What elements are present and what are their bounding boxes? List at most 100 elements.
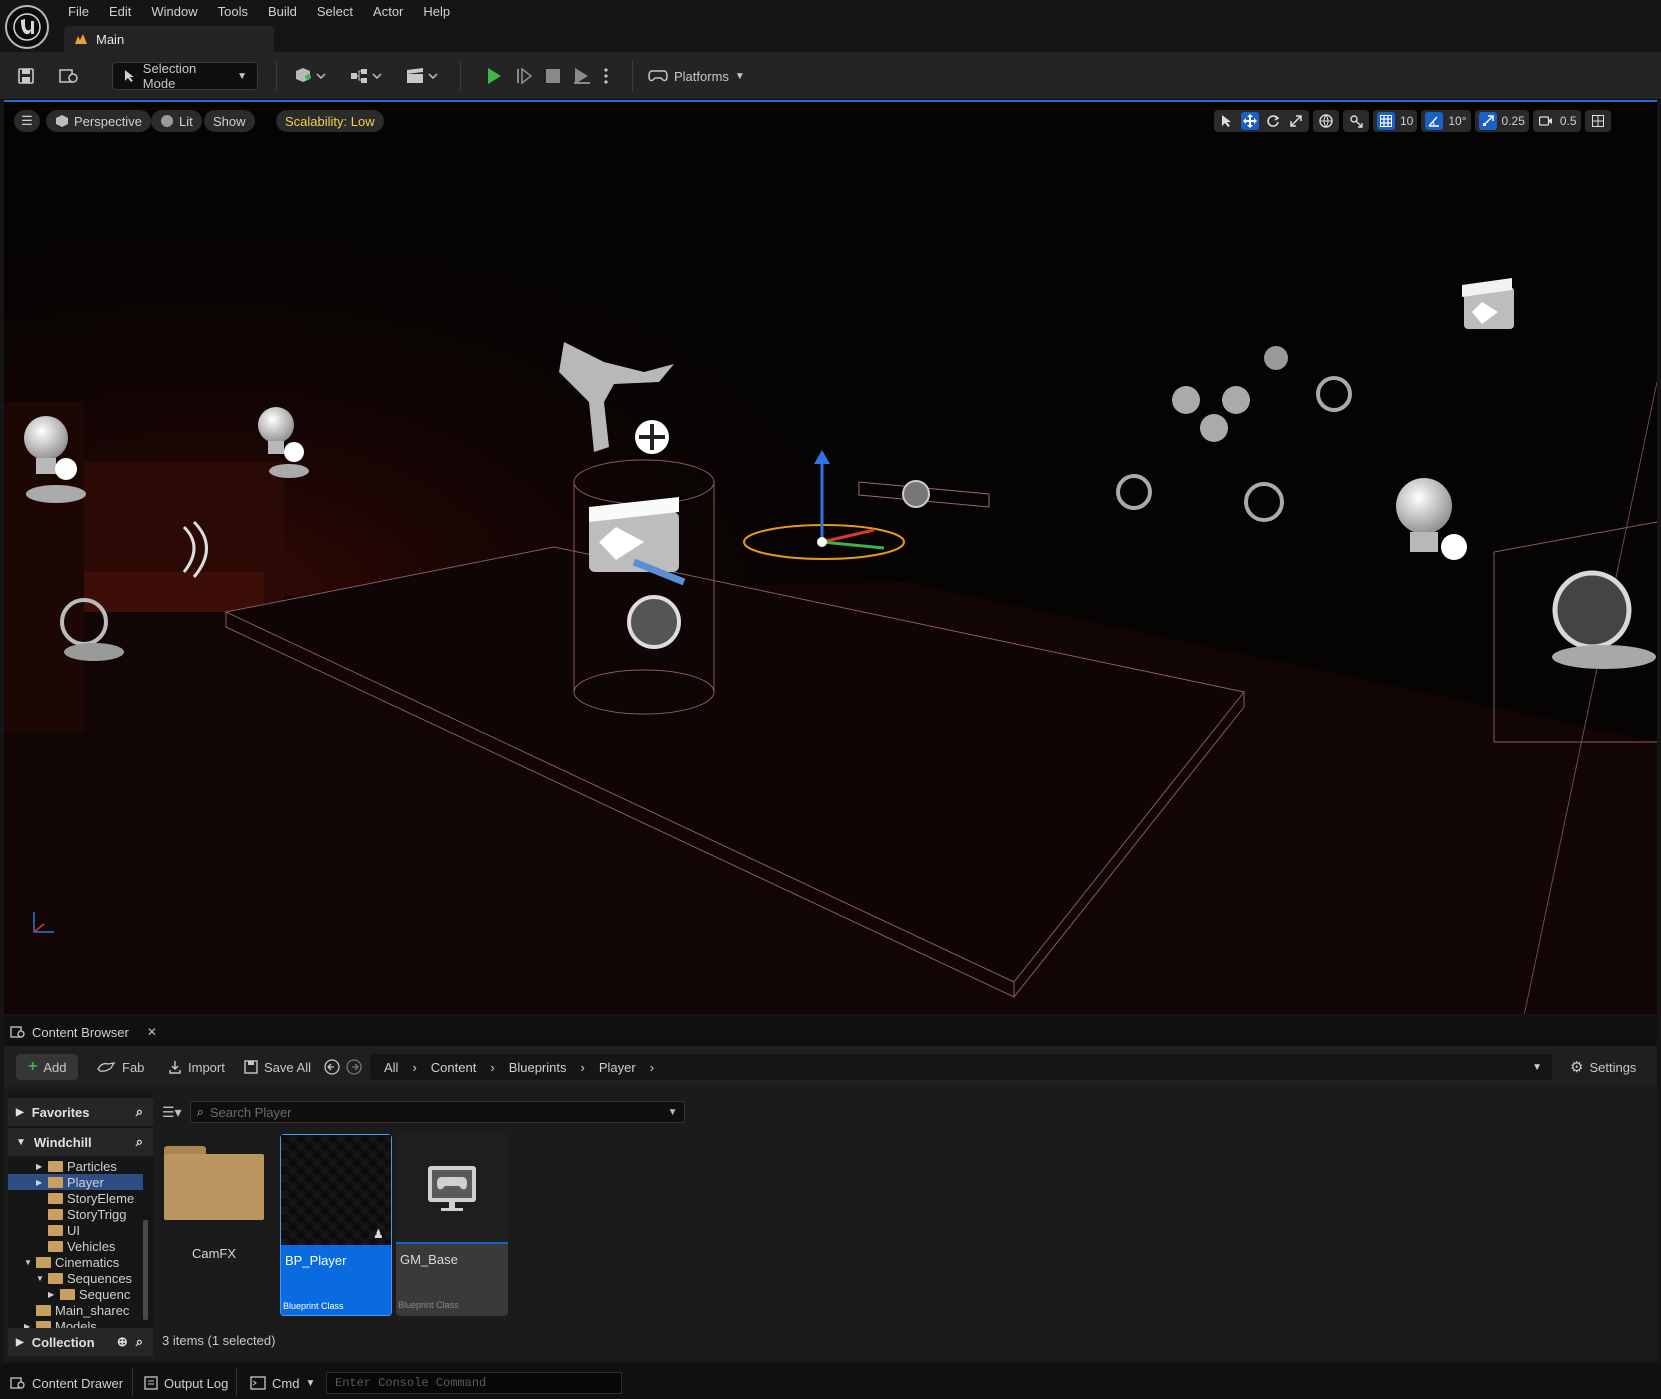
console-input[interactable]: Enter Console Command bbox=[326, 1372, 622, 1394]
scale-icon[interactable] bbox=[1287, 112, 1305, 130]
menu-actor[interactable]: Actor bbox=[363, 0, 413, 24]
level-viewport[interactable]: ☰ Perspective Lit Show Scalability: Low bbox=[4, 100, 1657, 1014]
chevron-right-icon[interactable]: › bbox=[490, 1060, 494, 1075]
chevron-down-icon[interactable]: ▼ bbox=[36, 1274, 44, 1283]
menu-help[interactable]: Help bbox=[413, 0, 460, 24]
grid-snap-icon[interactable] bbox=[1377, 112, 1395, 130]
chevron-right-icon[interactable]: › bbox=[650, 1060, 654, 1075]
forward-arrow-icon bbox=[346, 1059, 362, 1075]
scalability-button[interactable]: Scalability: Low bbox=[276, 110, 384, 132]
viewport-layout-icon[interactable] bbox=[1589, 112, 1607, 130]
selection-mode-dropdown[interactable]: Selection Mode ▼ bbox=[112, 61, 258, 91]
collection-header[interactable]: ▶ Collection ⊕ ⌕ bbox=[8, 1328, 153, 1356]
tree-item[interactable]: Vehicles bbox=[8, 1238, 143, 1254]
fab-button[interactable]: Fab bbox=[96, 1054, 144, 1080]
tree-item[interactable]: ▼ Sequences bbox=[8, 1270, 143, 1286]
save-icon[interactable] bbox=[14, 62, 38, 90]
search-icon[interactable]: ⌕ bbox=[136, 1334, 143, 1350]
item-count: 3 items (1 selected) bbox=[162, 1333, 276, 1348]
tree-scrollbar[interactable] bbox=[143, 1220, 148, 1320]
settings-button[interactable]: ⚙ Settings bbox=[1570, 1054, 1636, 1080]
tree-item[interactable]: ▶ Player bbox=[8, 1174, 143, 1190]
unreal-logo-icon[interactable] bbox=[5, 5, 49, 49]
asset-tile-bp-player[interactable]: ♟ BP_Player Blueprint Class bbox=[280, 1134, 392, 1316]
cinematics-icon[interactable] bbox=[402, 62, 442, 90]
viewport-options-button[interactable]: ☰ bbox=[14, 110, 40, 132]
blueprints-icon[interactable] bbox=[346, 62, 386, 90]
search-icon[interactable]: ⌕ bbox=[136, 1134, 143, 1150]
chevron-right-icon[interactable]: ▶ bbox=[48, 1290, 56, 1299]
stop-icon[interactable] bbox=[541, 62, 565, 90]
rotation-snap-icon[interactable] bbox=[1425, 112, 1444, 130]
save-all-button[interactable]: Save All bbox=[244, 1054, 311, 1080]
tree-item[interactable]: Main_sharec bbox=[8, 1302, 143, 1318]
folder-icon bbox=[60, 1288, 75, 1300]
rotate-icon[interactable] bbox=[1264, 112, 1282, 130]
tree-item[interactable]: ▼ Cinematics bbox=[8, 1254, 143, 1270]
tree-item[interactable]: ▶ Particles bbox=[8, 1158, 143, 1174]
menu-file[interactable]: File bbox=[58, 0, 99, 24]
filter-icon[interactable]: ☰▾ bbox=[162, 1104, 182, 1121]
favorites-header[interactable]: ▶ Favorites ⌕ bbox=[8, 1098, 153, 1126]
scale-snap-value[interactable]: 0.25 bbox=[1502, 114, 1525, 128]
grid-snap-value[interactable]: 10 bbox=[1400, 114, 1413, 128]
chevron-down-icon[interactable]: ▼ bbox=[668, 1107, 678, 1118]
chevron-right-icon[interactable]: › bbox=[412, 1060, 416, 1075]
translate-icon[interactable] bbox=[1241, 112, 1259, 130]
asset-tile-camfx[interactable]: CamFX bbox=[164, 1134, 276, 1316]
perspective-button[interactable]: Perspective bbox=[46, 110, 151, 132]
import-button[interactable]: Import bbox=[168, 1054, 225, 1080]
path-history-chevron-down-icon[interactable]: ▼ bbox=[1532, 1062, 1542, 1073]
chevron-down-icon[interactable]: ▼ bbox=[24, 1258, 32, 1267]
scale-snap-icon[interactable] bbox=[1478, 112, 1497, 130]
chevron-right-icon[interactable]: › bbox=[581, 1060, 585, 1075]
surface-snapping-icon[interactable] bbox=[1347, 112, 1365, 130]
view-mode-button[interactable]: Lit bbox=[151, 110, 202, 132]
camera-speed-value[interactable]: 0.5 bbox=[1560, 114, 1577, 128]
chevron-right-icon[interactable]: ▶ bbox=[36, 1178, 44, 1187]
breadcrumb-player[interactable]: Player bbox=[599, 1060, 636, 1075]
world-globe-icon[interactable] bbox=[1317, 112, 1335, 130]
tree-item[interactable]: ▶ Models bbox=[8, 1318, 143, 1328]
project-header[interactable]: ▼ Windchill ⌕ bbox=[8, 1128, 153, 1156]
tree-item[interactable]: UI bbox=[8, 1222, 143, 1238]
rotation-snap-value[interactable]: 10° bbox=[1448, 114, 1466, 128]
show-button[interactable]: Show bbox=[204, 110, 255, 132]
menu-window[interactable]: Window bbox=[141, 0, 207, 24]
chevron-right-icon[interactable]: ▶ bbox=[36, 1162, 44, 1171]
level-tab-main[interactable]: Main bbox=[64, 26, 274, 52]
breadcrumb-content[interactable]: Content bbox=[431, 1060, 477, 1075]
eject-icon[interactable] bbox=[570, 62, 594, 90]
add-collection-icon[interactable]: ⊕ bbox=[117, 1334, 128, 1350]
tree-item[interactable]: ▶ Sequenc bbox=[8, 1286, 143, 1302]
menu-select[interactable]: Select bbox=[307, 0, 363, 24]
platforms-dropdown[interactable]: Platforms ▼ bbox=[648, 62, 745, 90]
tree-item[interactable]: StoryEleme bbox=[8, 1190, 143, 1206]
save-all-label: Save All bbox=[264, 1059, 311, 1075]
add-actor-icon[interactable] bbox=[290, 62, 330, 90]
content-browser-tab[interactable]: Content Browser ✕ bbox=[10, 1020, 157, 1044]
output-log-button[interactable]: Output Log bbox=[144, 1372, 228, 1394]
asset-tile-gm-base[interactable]: GM_Base Blueprint Class bbox=[396, 1134, 508, 1316]
select-cursor-icon[interactable] bbox=[1218, 112, 1236, 130]
play-icon[interactable] bbox=[482, 62, 506, 90]
add-button[interactable]: + Add bbox=[16, 1054, 79, 1080]
search-icon[interactable]: ⌕ bbox=[136, 1104, 143, 1120]
breadcrumb-all[interactable]: All bbox=[384, 1060, 398, 1075]
history-forward-button[interactable] bbox=[346, 1054, 362, 1080]
menu-tools[interactable]: Tools bbox=[208, 0, 258, 24]
breadcrumb-blueprints[interactable]: Blueprints bbox=[509, 1060, 567, 1075]
camera-icon[interactable] bbox=[1537, 112, 1555, 130]
play-options-icon[interactable] bbox=[598, 62, 614, 90]
tree-item-label: StoryTrigg bbox=[67, 1206, 127, 1222]
browse-content-icon[interactable] bbox=[56, 62, 82, 90]
menu-build[interactable]: Build bbox=[258, 0, 307, 24]
tree-item[interactable]: StoryTrigg bbox=[8, 1206, 143, 1222]
content-drawer-button[interactable]: Content Drawer bbox=[10, 1372, 123, 1394]
menu-edit[interactable]: Edit bbox=[99, 0, 141, 24]
search-input[interactable]: ⌕ Search Player ▼ bbox=[189, 1101, 685, 1123]
cmd-dropdown[interactable]: Cmd ▼ bbox=[250, 1372, 315, 1394]
advance-frame-icon[interactable] bbox=[512, 62, 536, 90]
close-icon[interactable]: ✕ bbox=[147, 1025, 157, 1039]
history-back-button[interactable] bbox=[324, 1054, 340, 1080]
